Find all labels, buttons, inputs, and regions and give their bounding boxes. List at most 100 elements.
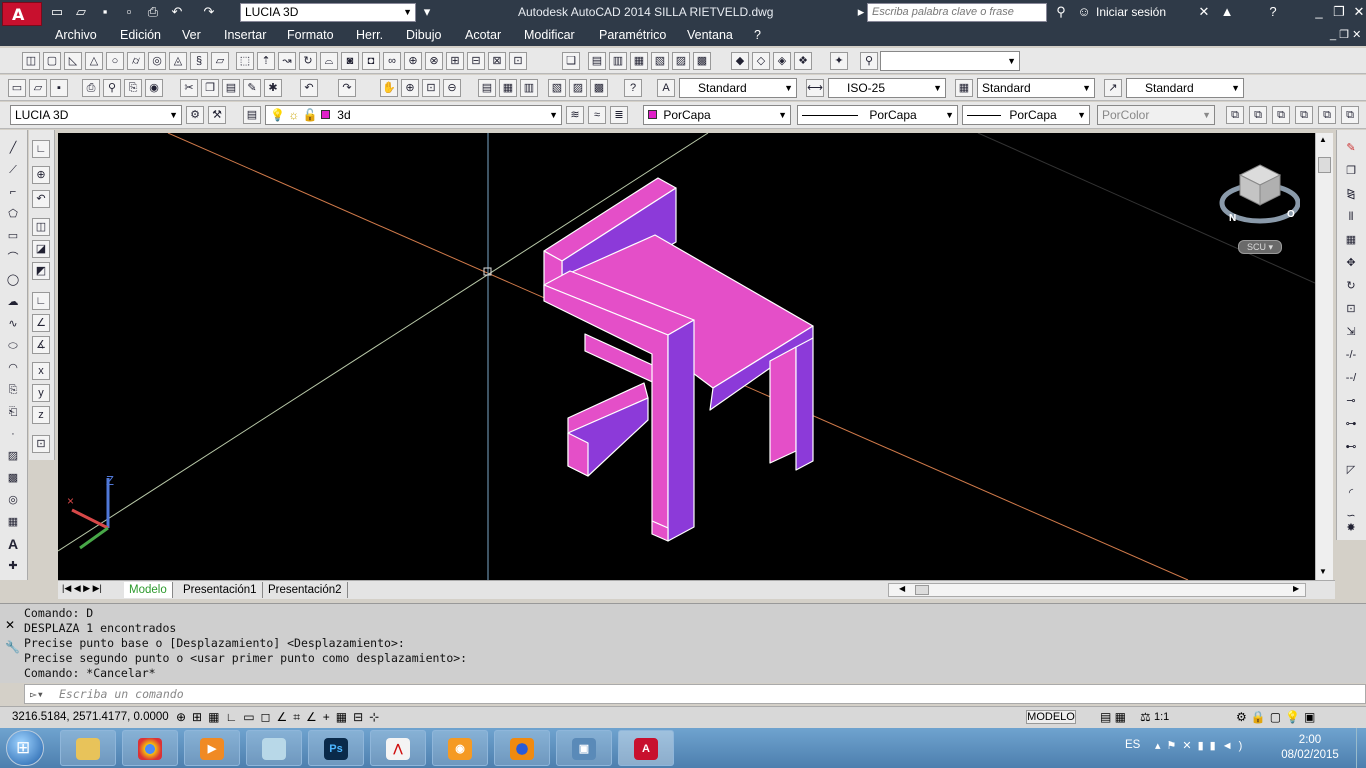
quickview-layouts-icon[interactable]: ▤ ▦ <box>1100 710 1126 724</box>
tab-presentacion1[interactable]: Presentación1 <box>178 582 263 598</box>
exchange-icon[interactable]: ✕ <box>1195 3 1213 21</box>
mleader-style-icon[interactable]: ↗ <box>1104 79 1122 97</box>
menu-ver[interactable]: Ver <box>182 28 201 42</box>
undo-toolbar-icon[interactable]: ↶ <box>300 79 318 97</box>
autocad-app-menu-button[interactable]: A <box>2 2 42 26</box>
move-icon[interactable]: ✥ <box>1342 255 1360 273</box>
linetype-select[interactable]: PorCapa ▼ <box>797 105 958 125</box>
matchprop-icon[interactable]: ✎ <box>243 79 261 97</box>
ucs-origin-icon[interactable]: ∟ <box>32 292 50 310</box>
menu-ventana[interactable]: Ventana <box>687 28 733 42</box>
scroll-up-icon[interactable]: ▲ <box>1319 135 1327 144</box>
model-space-toggle[interactable]: MODELO <box>1026 710 1076 724</box>
revcloud-icon[interactable]: ☁ <box>4 294 22 312</box>
tool-palettes-icon[interactable]: ▥ <box>520 79 538 97</box>
iso-sw-icon[interactable]: ◆ <box>731 52 749 70</box>
a360-icon[interactable]: ▲ <box>1218 3 1236 21</box>
save-as-icon[interactable]: ▫ <box>120 3 138 21</box>
wedge-icon[interactable]: ◺ <box>64 52 82 70</box>
view-top-icon[interactable]: ▥ <box>609 52 627 70</box>
line-icon[interactable]: ╱ <box>4 140 22 158</box>
doc-minimize-icon[interactable]: _ ❐ ✕ <box>1330 28 1361 41</box>
add-selected-icon[interactable]: ✚ <box>4 558 22 576</box>
qnew-icon[interactable]: ▭ <box>8 79 26 97</box>
spline-icon[interactable]: ∿ <box>4 316 22 334</box>
ucs-z-icon[interactable]: z <box>32 406 50 424</box>
trim-icon[interactable]: -/- <box>1342 347 1360 365</box>
layer-select[interactable]: 💡 ☼ 🔓 3d ▼ <box>265 105 562 125</box>
tab-modelo[interactable]: Modelo <box>124 582 173 598</box>
color-select[interactable]: PorCapa ▼ <box>643 105 791 125</box>
taskbar-photos[interactable]: ▣ <box>556 730 612 766</box>
hatch-icon[interactable]: ▨ <box>4 448 22 466</box>
draworder-back-icon[interactable]: ⧉ <box>1249 106 1267 124</box>
open-icon[interactable]: ▱ <box>72 3 90 21</box>
binoculars-icon[interactable]: ⚲ <box>1052 3 1070 21</box>
array-icon[interactable]: ▦ <box>1342 232 1360 250</box>
pan-icon[interactable]: ✋ <box>380 79 398 97</box>
mtext-icon[interactable]: A <box>4 536 22 554</box>
vertical-scrollbar[interactable]: ▲ ▼ <box>1315 133 1333 580</box>
drafting-toggles[interactable]: ⊕⊞▦∟▭◻∠⌗∠+▦⊟⊹ <box>176 710 385 725</box>
find-icon[interactable]: ⚲ <box>860 52 878 70</box>
workspace-switch-icons[interactable]: ⚙🔒▢💡▣ <box>1236 710 1319 724</box>
workspace-select[interactable]: LUCIA 3D ▼ <box>240 3 416 22</box>
align-3d-icon[interactable]: ⊞ <box>446 52 464 70</box>
user-icon[interactable]: ☺ <box>1075 3 1093 21</box>
close-command-icon[interactable]: ✕ <box>5 618 15 632</box>
subtract-icon[interactable]: ◘ <box>362 52 380 70</box>
command-input[interactable]: ▻▾ Escriba un comando <box>24 684 1366 704</box>
taskbar-chrome[interactable] <box>122 730 178 766</box>
sheet-set-icon[interactable]: ▧ <box>548 79 566 97</box>
stretch-icon[interactable]: ⇲ <box>1342 324 1360 342</box>
menu-help[interactable]: ? <box>754 28 761 42</box>
horizontal-scrollbar[interactable]: ◀ ▶ <box>888 583 1306 597</box>
torus-icon[interactable]: ◎ <box>148 52 166 70</box>
ucs-y-icon[interactable]: y <box>32 384 50 402</box>
ellipse-arc-icon[interactable]: ◠ <box>4 360 22 378</box>
scroll-down-icon[interactable]: ▼ <box>1319 567 1327 576</box>
3d-dwf-icon[interactable]: ◉ <box>145 79 163 97</box>
block-editor-icon[interactable]: ✱ <box>264 79 282 97</box>
cylinder-icon[interactable]: ⌭ <box>127 52 145 70</box>
menu-herr[interactable]: Herr. <box>356 28 383 42</box>
save-icon[interactable]: ▪ <box>96 3 114 21</box>
undo-icon[interactable]: ↶ <box>168 3 186 21</box>
menu-modificar[interactable]: Modificar <box>524 28 575 42</box>
redo-icon[interactable]: ↷ <box>200 3 218 21</box>
presspull-icon[interactable]: ⇡ <box>257 52 275 70</box>
region-icon[interactable]: ◎ <box>4 492 22 510</box>
section-icon[interactable]: ⊠ <box>488 52 506 70</box>
restore-icon[interactable]: ❐ <box>1330 3 1348 21</box>
camera-icon[interactable]: ✦ <box>830 52 848 70</box>
break-icon[interactable]: ⊶ <box>1342 416 1360 434</box>
draworder-above-icon[interactable]: ⧉ <box>1272 106 1290 124</box>
tray-icons[interactable]: ▴⚑✕▮▮◄) <box>1155 739 1248 752</box>
extrude-icon[interactable]: ⬚ <box>236 52 254 70</box>
erase-icon[interactable]: ✎ <box>1342 140 1360 158</box>
viewcube[interactable]: N O SCU ▾ <box>1218 163 1301 254</box>
plotstyle-select[interactable]: PorColor ▼ <box>1097 105 1215 125</box>
markup-icon[interactable]: ▨ <box>569 79 587 97</box>
menu-formato[interactable]: Formato <box>287 28 334 42</box>
print-icon[interactable]: ⎙ <box>144 3 162 21</box>
draworder-under-icon[interactable]: ⧉ <box>1295 106 1313 124</box>
coordinates-display[interactable]: 3216.5184, 2571.4177, 0.0000 <box>12 711 169 723</box>
ucs-apply-icon[interactable]: ⊡ <box>32 435 50 453</box>
tab-presentacion2[interactable]: Presentación2 <box>263 582 348 598</box>
insert-block-icon[interactable]: ⎘ <box>4 382 22 400</box>
scroll-right-icon[interactable]: ▶ <box>1293 584 1299 593</box>
circle-icon[interactable]: ◯ <box>4 272 22 290</box>
ucs-menu-button[interactable]: SCU ▾ <box>1238 240 1282 254</box>
intersect-icon[interactable]: ∞ <box>383 52 401 70</box>
union-icon[interactable]: ◙ <box>341 52 359 70</box>
new-icon[interactable]: ▭ <box>48 3 66 21</box>
design-center-icon[interactable]: ▦ <box>499 79 517 97</box>
polyline-icon[interactable]: ⌐ <box>4 184 22 202</box>
quickcalc-icon[interactable]: ▩ <box>590 79 608 97</box>
start-button[interactable]: ⊞ <box>6 730 44 766</box>
view-left-icon[interactable]: ▦ <box>630 52 648 70</box>
ucs-previous-icon[interactable]: ↶ <box>32 190 50 208</box>
sweep-icon[interactable]: ↝ <box>278 52 296 70</box>
rotate-3d-icon[interactable]: ⊗ <box>425 52 443 70</box>
